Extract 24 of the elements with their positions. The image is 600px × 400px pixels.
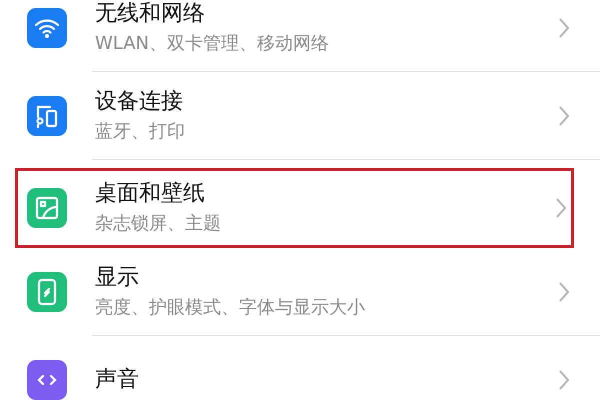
item-subtitle: 亮度、护眼模式、字体与显示大小: [95, 297, 366, 319]
picture-frame-icon: [34, 195, 60, 221]
wifi-icon: [34, 17, 60, 39]
item-subtitle: 蓝牙、打印: [95, 121, 186, 143]
settings-item[interactable]: 声音: [0, 336, 600, 400]
item-title: 声音: [95, 366, 140, 394]
item-subtitle: 杂志锁屏、主题: [95, 213, 222, 235]
item-title: 无线和网络: [95, 1, 206, 28]
settings-item[interactable]: 桌面和壁纸 杂志锁屏、主题: [15, 168, 574, 248]
item-subtitle: WLAN、双卡管理、移动网络: [95, 33, 330, 55]
sound-icon: [37, 374, 57, 386]
settings-item[interactable]: 显示 亮度、护眼模式、字体与显示大小: [0, 248, 600, 336]
chevron-right-icon: [558, 17, 570, 39]
item-title: 设备连接: [95, 89, 184, 116]
chevron-right-icon: [558, 105, 570, 127]
chevron-right-icon: [555, 197, 567, 219]
item-title: 显示: [95, 265, 140, 292]
chevron-right-icon: [558, 369, 570, 391]
devices-icon: [34, 103, 60, 129]
settings-item[interactable]: 设备连接 蓝牙、打印: [0, 72, 600, 160]
chevron-right-icon: [558, 281, 570, 303]
phone-icon: [37, 278, 57, 306]
settings-item[interactable]: 无线和网络 WLAN、双卡管理、移动网络: [0, 0, 600, 72]
item-title: 桌面和壁纸: [95, 181, 206, 208]
